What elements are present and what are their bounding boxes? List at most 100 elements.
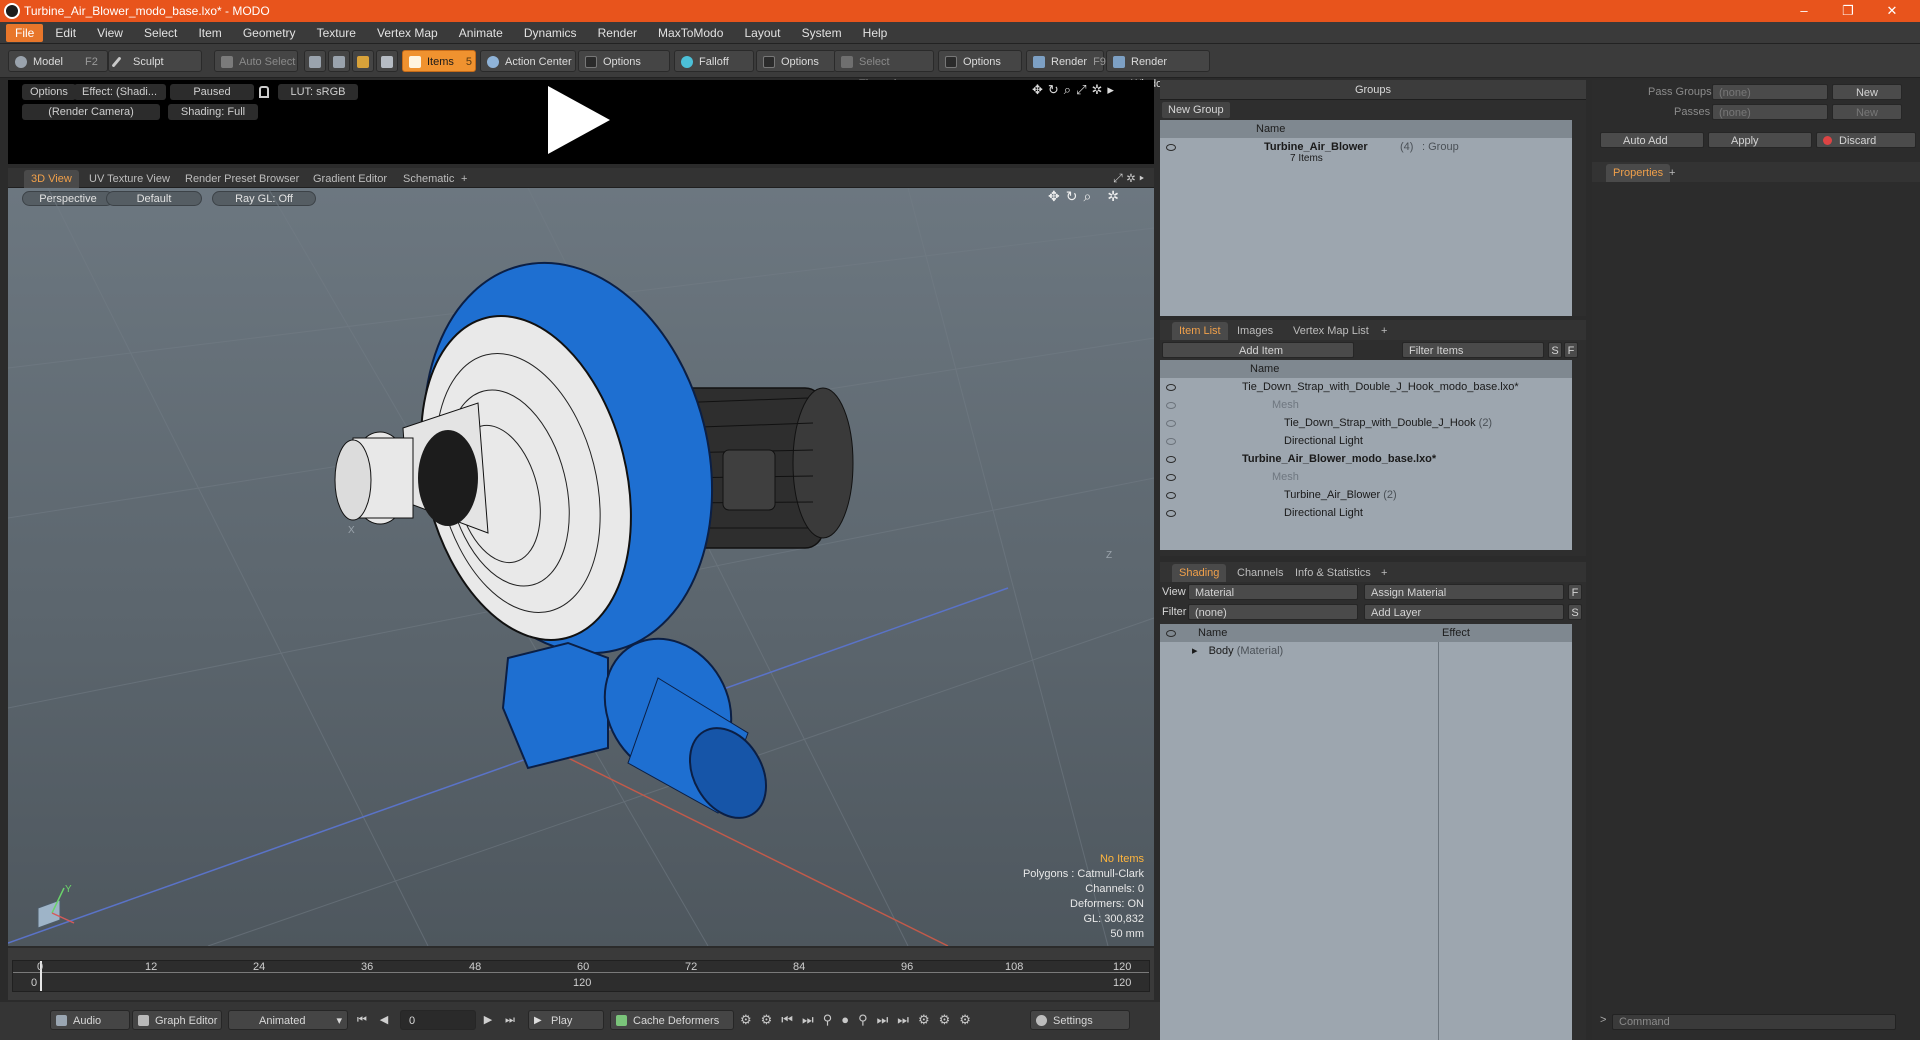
add-shading-tab-button[interactable]: + (1374, 564, 1394, 582)
visibility-eye-icon[interactable] (1166, 420, 1176, 427)
maximize-button[interactable]: ❐ (1828, 2, 1868, 20)
model-mode-button[interactable]: Model F2 (8, 50, 108, 72)
visibility-eye-icon[interactable] (1166, 438, 1176, 445)
group-row-tie-down[interactable]: Tie_Down_Strap_with_Double_J_Hook (2) (1284, 414, 1492, 432)
polygons-mode-button[interactable] (352, 50, 374, 72)
viewport-tab-controls-icon[interactable]: ⤢✲▸ (1113, 171, 1148, 186)
tab-channels[interactable]: Channels (1230, 564, 1290, 582)
shader-tree[interactable]: Name Effect ▸ Body (Material) (1160, 624, 1572, 1040)
scene-row-turbine[interactable]: Turbine_Air_Blower_modo_base.lxo* (1242, 450, 1436, 468)
menu-edit[interactable]: Edit (46, 22, 85, 44)
menu-vertex-map[interactable]: Vertex Map (368, 22, 447, 44)
filter-dropdown[interactable]: (none) (1188, 604, 1358, 620)
apply-button[interactable]: Apply (1708, 132, 1812, 148)
menu-help[interactable]: Help (854, 22, 897, 44)
menu-maxtomodo[interactable]: MaxToModo (649, 22, 732, 44)
menu-layout[interactable]: Layout (735, 22, 789, 44)
add-itemlist-tab-button[interactable]: + (1374, 322, 1394, 340)
timeline-ruler[interactable]: 0 12 24 36 48 60 72 84 96 108 120 0 120 … (12, 960, 1150, 992)
tab-properties[interactable]: Properties (1606, 164, 1671, 182)
falloff-button[interactable]: Falloff (674, 50, 754, 72)
passes-dropdown[interactable]: (none) (1712, 104, 1828, 120)
mesh-row-2[interactable]: Mesh (1272, 468, 1299, 486)
menu-file[interactable]: File (6, 24, 44, 42)
add-tab-button[interactable]: + (454, 170, 474, 188)
filter-f-button[interactable]: F (1564, 342, 1578, 358)
graph-editor-button[interactable]: Graph Editor (132, 1010, 222, 1030)
menu-select[interactable]: Select (135, 22, 186, 44)
mesh-row-1[interactable]: Mesh (1272, 396, 1299, 414)
key-tools-icons[interactable]: ⚙⚙⏮⏭⚲●⚲⏭⏭⚙⚙⚙ (740, 1012, 980, 1028)
tab-gradient-editor[interactable]: Gradient Editor (306, 170, 394, 188)
view-dropdown[interactable]: Material (1188, 584, 1358, 600)
go-end-icon[interactable]: ⏭ (502, 1012, 518, 1028)
add-item-dropdown[interactable]: Add Item (1162, 342, 1354, 358)
render-window-button[interactable]: Render Window (1106, 50, 1210, 90)
preview-camera-dropdown[interactable]: (Render Camera) (22, 104, 160, 120)
prev-frame-icon[interactable]: ◀ (376, 1012, 392, 1028)
preview-options-button[interactable]: Options (22, 84, 76, 100)
pass-groups-dropdown[interactable]: (none) (1712, 84, 1828, 100)
auto-select-button[interactable]: Auto Select (214, 50, 298, 72)
visibility-eye-icon[interactable] (1166, 474, 1176, 481)
3d-viewport[interactable]: Perspective Default Ray GL: Off ✥↻⌕ ✲ X … (8, 188, 1154, 946)
material-row-body[interactable]: ▸ Body (Material) (1192, 642, 1283, 660)
preview-shading-dropdown[interactable]: Shading: Full (168, 104, 258, 120)
animated-dropdown[interactable]: Animated ▾ (228, 1010, 348, 1030)
action-center-options-button[interactable]: Options (578, 50, 670, 72)
menu-animate[interactable]: Animate (450, 22, 512, 44)
settings-button[interactable]: Settings (1030, 1010, 1130, 1030)
visibility-eye-icon[interactable] (1166, 492, 1176, 499)
select-through-options-button[interactable]: Options (938, 50, 1022, 72)
visibility-eye-icon[interactable] (1166, 144, 1176, 151)
assign-material-button[interactable]: Assign Material (1364, 584, 1564, 600)
tab-item-list[interactable]: Item List (1172, 322, 1228, 340)
discard-button[interactable]: Discard (1816, 132, 1916, 148)
preview-effect-dropdown[interactable]: Effect: (Shadi... (74, 84, 166, 100)
visibility-eye-icon[interactable] (1166, 510, 1176, 517)
edges-mode-button[interactable] (328, 50, 350, 72)
preview-nav-icons[interactable]: ✥↻⌕⤢✲▸ (1032, 82, 1119, 98)
visibility-eye-icon[interactable] (1166, 630, 1176, 637)
play-button[interactable]: ▶ Play (528, 1010, 604, 1030)
select-through-button[interactable]: Select Through (834, 50, 934, 90)
vertices-mode-button[interactable] (304, 50, 326, 72)
new-group-button[interactable]: New Group (1162, 102, 1230, 118)
light-row-1[interactable]: Directional Light (1284, 432, 1363, 450)
filter-items-input[interactable]: Filter Items (1402, 342, 1544, 358)
preview-play-icon[interactable] (548, 86, 610, 154)
audio-button[interactable]: Audio (50, 1010, 130, 1030)
new-pass-button[interactable]: New (1832, 104, 1902, 120)
preview-lut-dropdown[interactable]: LUT: sRGB (278, 84, 358, 100)
groups-list[interactable]: Name Turbine_Air_Blower (4) : Group 7 It… (1160, 120, 1572, 316)
lock-icon[interactable] (259, 86, 269, 98)
filter-s-button[interactable]: S (1548, 342, 1562, 358)
menu-texture[interactable]: Texture (308, 22, 365, 44)
menu-system[interactable]: System (793, 22, 851, 44)
tab-info-statistics[interactable]: Info & Statistics (1288, 564, 1378, 582)
tab-render-preset-browser[interactable]: Render Preset Browser (178, 170, 306, 188)
close-button[interactable]: ✕ (1872, 2, 1912, 20)
sculpt-mode-button[interactable]: Sculpt (108, 50, 202, 72)
go-start-icon[interactable]: ⏮ (354, 1012, 370, 1028)
visibility-eye-icon[interactable] (1166, 402, 1176, 409)
group-row-turbine-item[interactable]: Turbine_Air_Blower (2) (1284, 486, 1397, 504)
scene-row-tie-down[interactable]: Tie_Down_Strap_with_Double_J_Hook_modo_b… (1242, 378, 1519, 396)
add-properties-tab-button[interactable]: + (1662, 164, 1682, 182)
shading-f-button[interactable]: F (1568, 584, 1582, 600)
group-row-turbine[interactable]: Turbine_Air_Blower (4) : Group (1160, 138, 1572, 156)
minimize-button[interactable]: – (1784, 2, 1824, 20)
expand-arrow-icon[interactable]: ▸ (1192, 645, 1198, 657)
add-layer-dropdown[interactable]: Add Layer (1364, 604, 1564, 620)
visibility-eye-icon[interactable] (1166, 456, 1176, 463)
current-frame-field[interactable]: 0 (400, 1010, 476, 1030)
shading-s-button[interactable]: S (1568, 604, 1582, 620)
tab-shading[interactable]: Shading (1172, 564, 1227, 582)
preview-paused-button[interactable]: Paused (170, 84, 254, 100)
tab-3d-view[interactable]: 3D View (24, 170, 79, 188)
auto-add-button[interactable]: Auto Add (1600, 132, 1704, 148)
menu-view[interactable]: View (88, 22, 132, 44)
items-mode-button[interactable]: Items 5 (402, 50, 476, 72)
tab-images[interactable]: Images (1230, 322, 1280, 340)
menu-item[interactable]: Item (189, 22, 230, 44)
